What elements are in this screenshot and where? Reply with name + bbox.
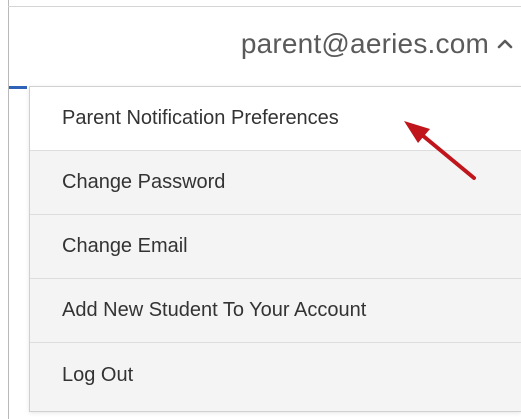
- menu-item-change-email[interactable]: Change Email: [30, 215, 521, 279]
- active-nav-indicator: [9, 86, 27, 89]
- window-left-border: [8, 0, 9, 419]
- window-top-border: [8, 6, 521, 7]
- chevron-up-icon: [497, 39, 513, 49]
- account-email: parent@aeries.com: [240, 28, 489, 59]
- red-arrow-icon: [404, 121, 476, 180]
- account-menu-toggle[interactable]: parent@aeries.com: [241, 22, 513, 66]
- menu-item-log-out[interactable]: Log Out: [30, 343, 521, 407]
- menu-item-add-new-student[interactable]: Add New Student To Your Account: [30, 279, 521, 343]
